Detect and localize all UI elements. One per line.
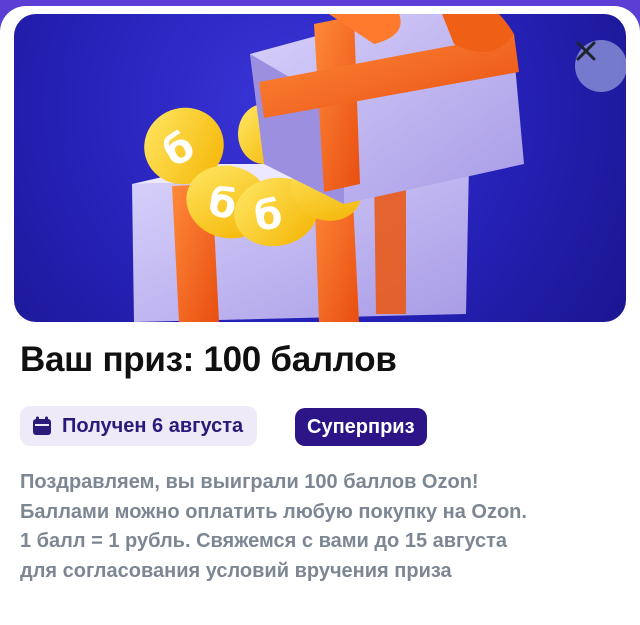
gift-box-illustration: б б б [132,14,524,322]
prize-modal: б б б Ваш приз: 100 баллов Получен 6 авг… [0,6,640,625]
received-date-label: Получен 6 августа [62,414,244,437]
prize-title: Ваш приз: 100 баллов [20,340,397,379]
calendar-icon [33,416,51,435]
prize-hero-image: б б б [14,14,626,322]
description-line: Баллами можно оплатить любую покупку на … [20,500,527,523]
description-line: для согласования условий вручения приза [20,559,452,582]
description-line: Поздравляем, вы выиграли 100 баллов Ozon… [20,471,479,493]
description-line: 1 балл = 1 рубль. Свяжемся с вами до 15 … [20,530,508,552]
svg-text:б: б [252,191,285,240]
received-date-chip: Получен 6 августа [20,406,258,446]
prize-description: Поздравляем, вы выиграли 100 баллов Ozon… [20,468,620,586]
superprize-badge: Суперприз [295,408,427,446]
close-button[interactable] [575,40,626,92]
close-icon [576,41,596,61]
